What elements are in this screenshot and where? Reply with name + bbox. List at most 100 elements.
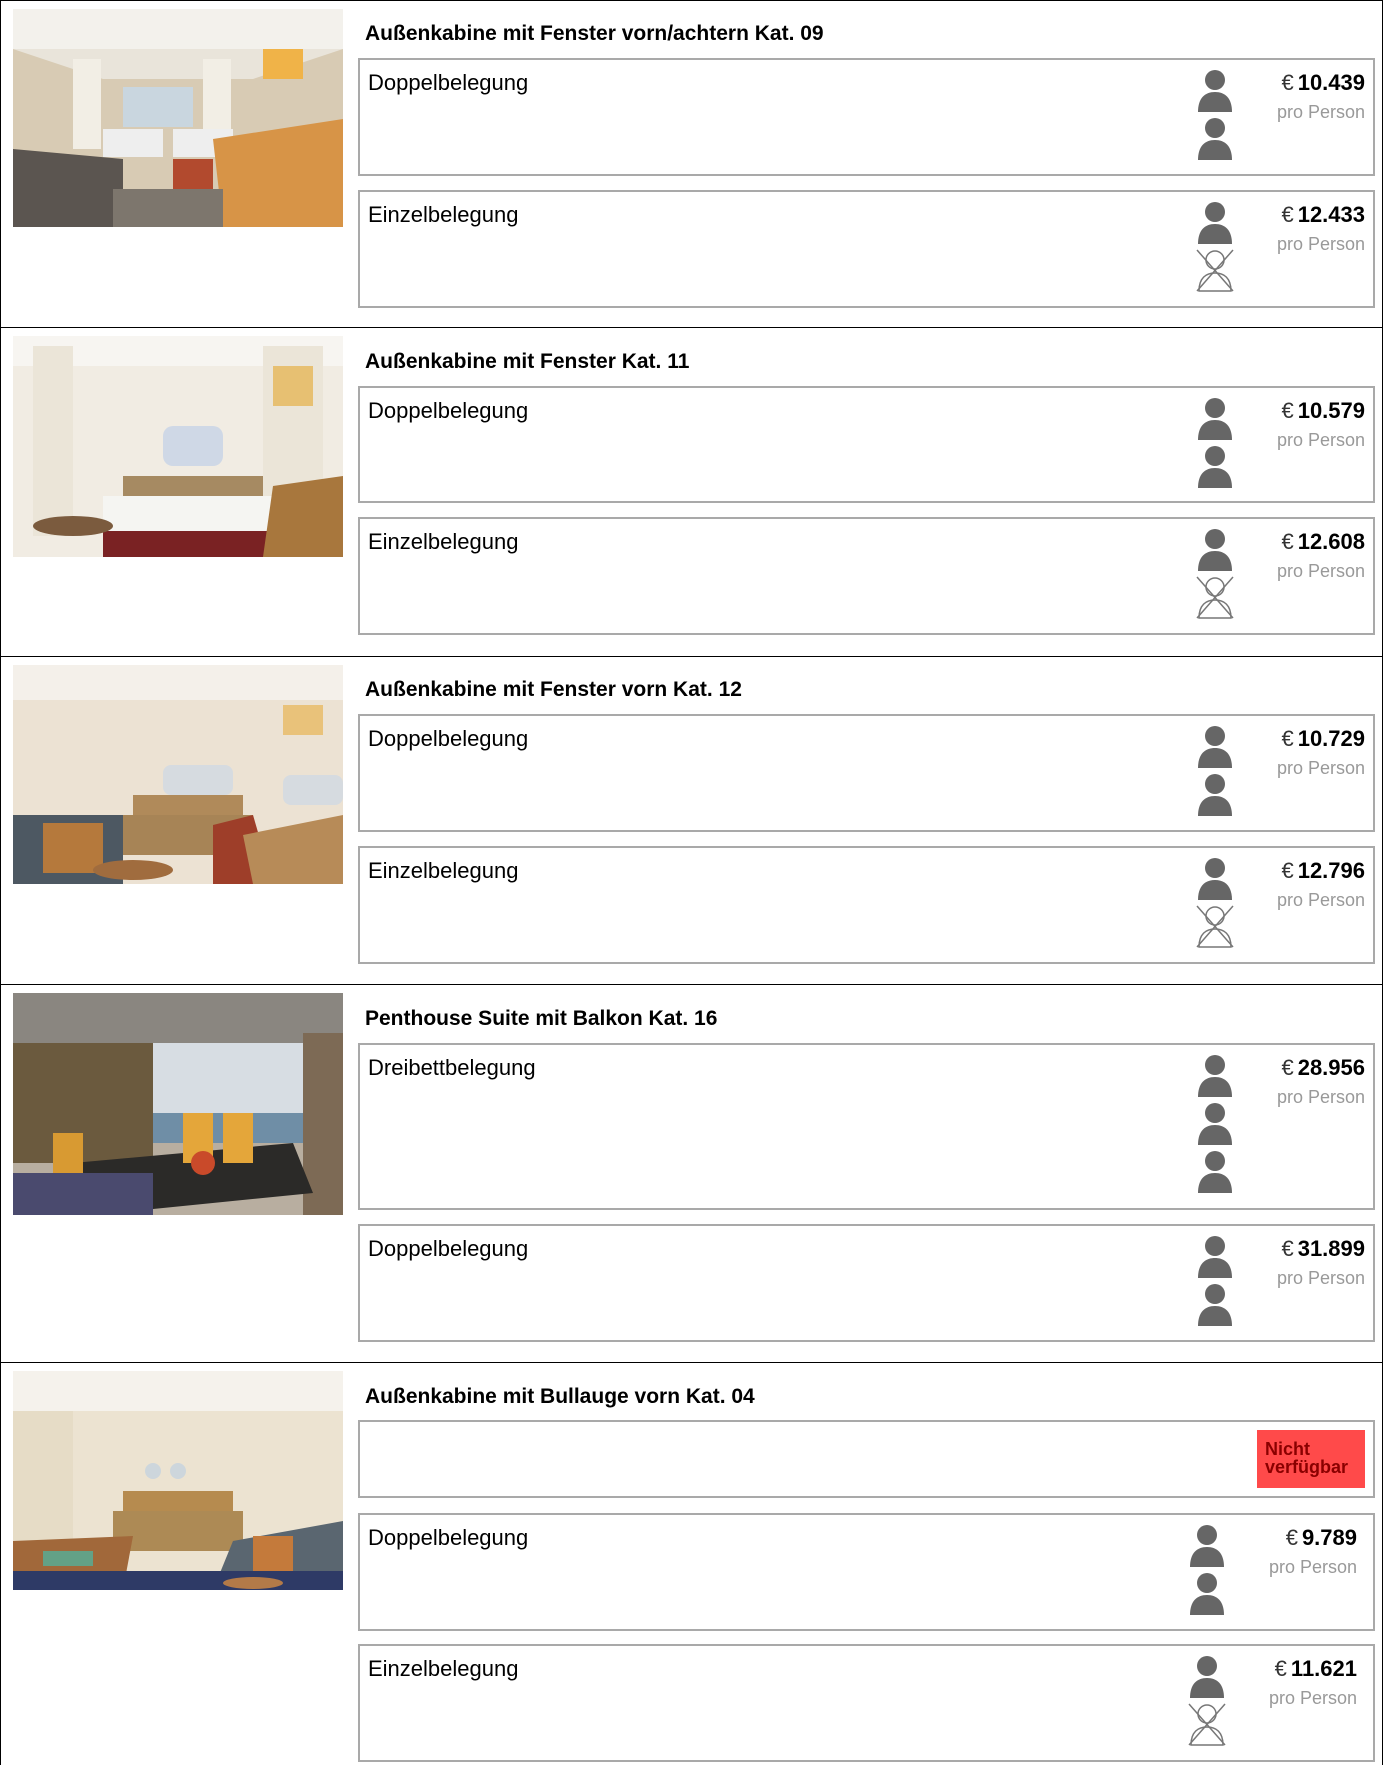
occupancy-label: Einzelbelegung (368, 529, 519, 554)
price: €28.956 (1277, 1055, 1365, 1081)
price-unit: pro Person (1276, 430, 1365, 450)
price: €11.621 (1269, 1656, 1357, 1682)
currency-symbol: € (1281, 398, 1294, 423)
price: €9.789 (1269, 1525, 1357, 1551)
price-unit: pro Person (1276, 102, 1365, 122)
currency-symbol: € (1285, 1525, 1298, 1550)
person-crossed-icon (1195, 248, 1235, 292)
cabin-card: Außenkabine mit Fenster Kat. 11 Doppelbe… (0, 328, 1383, 657)
persons-group (1195, 68, 1239, 164)
person-icon (1195, 444, 1235, 488)
price-box: €12.608 pro Person (1277, 529, 1365, 582)
cabin-title: Penthouse Suite mit Balkon Kat. 16 (365, 1007, 718, 1030)
price-value: 31.899 (1297, 1236, 1365, 1261)
price: €10.729 (1277, 726, 1365, 752)
person-icon (1187, 1523, 1227, 1567)
price-box: €10.579 pro Person (1277, 398, 1365, 451)
occupancy-label: Doppelbelegung (368, 70, 529, 95)
price-value: 10.439 (1297, 70, 1365, 95)
person-icon (1195, 1234, 1235, 1278)
cabin-card: Penthouse Suite mit Balkon Kat. 16 Dreib… (0, 985, 1383, 1363)
currency-symbol: € (1281, 726, 1294, 751)
currency-symbol: € (1274, 1656, 1287, 1681)
persons-group (1195, 856, 1239, 952)
currency-symbol: € (1281, 1055, 1294, 1080)
price-unit: pro Person (1276, 1087, 1365, 1107)
occupancy-option[interactable]: Einzelbelegung €12.433 pro Person (358, 190, 1375, 308)
person-icon (1195, 772, 1235, 816)
cabin-title: Außenkabine mit Fenster Kat. 11 (365, 350, 690, 373)
price: €31.899 (1277, 1236, 1365, 1262)
persons-group (1195, 1053, 1239, 1197)
person-crossed-icon (1195, 575, 1235, 619)
occupancy-label: Doppelbelegung (368, 1236, 529, 1261)
occupancy-option[interactable]: Doppelbelegung €31.899 pro Person (358, 1224, 1375, 1342)
person-icon (1195, 527, 1235, 571)
price-unit: pro Person (1276, 1268, 1365, 1288)
cabin-title: Außenkabine mit Fenster vorn/achtern Kat… (365, 22, 824, 45)
occupancy-option[interactable]: Doppelbelegung €10.729 pro Person (358, 714, 1375, 832)
cabin-title: Außenkabine mit Fenster vorn Kat. 12 (365, 678, 742, 701)
cabin-photo[interactable] (13, 9, 343, 227)
price-value: 11.621 (1290, 1656, 1357, 1681)
currency-symbol: € (1281, 202, 1294, 227)
price: €12.608 (1277, 529, 1365, 555)
price: €10.579 (1277, 398, 1365, 424)
availability-row: Nicht verfügbar (358, 1420, 1375, 1498)
occupancy-option[interactable]: Doppelbelegung €9.789 pro Person (358, 1513, 1375, 1631)
person-icon (1195, 396, 1235, 440)
persons-group (1195, 200, 1239, 296)
persons-group (1187, 1654, 1231, 1750)
occupancy-option[interactable]: Doppelbelegung €10.439 pro Person (358, 58, 1375, 176)
cabin-card: Außenkabine mit Fenster vorn/achtern Kat… (0, 0, 1383, 328)
person-icon (1187, 1654, 1227, 1698)
occupancy-option[interactable]: Doppelbelegung €10.579 pro Person (358, 386, 1375, 503)
cabin-photo[interactable] (13, 336, 343, 557)
occupancy-label: Einzelbelegung (368, 202, 519, 227)
persons-group (1195, 724, 1239, 820)
person-icon (1195, 724, 1235, 768)
price-unit: pro Person (1276, 890, 1365, 910)
persons-group (1195, 396, 1239, 492)
person-icon (1195, 200, 1235, 244)
price-unit: pro Person (1276, 234, 1365, 254)
currency-symbol: € (1281, 70, 1294, 95)
occupancy-option[interactable]: Dreibettbelegung €28.956 pro Person (358, 1043, 1375, 1210)
price-unit: pro Person (1268, 1557, 1357, 1577)
suite-photo[interactable] (13, 993, 343, 1215)
person-icon (1195, 116, 1235, 160)
person-icon (1195, 68, 1235, 112)
persons-group (1195, 1234, 1239, 1330)
person-icon (1195, 856, 1235, 900)
price-value: 28.956 (1297, 1055, 1365, 1080)
occupancy-option[interactable]: Einzelbelegung €11.621 pro Person (358, 1644, 1375, 1762)
occupancy-label: Doppelbelegung (368, 1525, 529, 1550)
currency-symbol: € (1281, 858, 1294, 883)
price: €12.796 (1277, 858, 1365, 884)
price-value: 9.789 (1301, 1525, 1357, 1550)
person-icon (1195, 1053, 1235, 1097)
person-icon (1195, 1282, 1235, 1326)
cabin-photo[interactable] (13, 665, 343, 884)
price-box: €31.899 pro Person (1277, 1236, 1365, 1289)
cabin-photo[interactable] (13, 1371, 343, 1590)
price-box: €10.439 pro Person (1277, 70, 1365, 123)
occupancy-label: Einzelbelegung (368, 1656, 519, 1681)
occupancy-label: Doppelbelegung (368, 726, 529, 751)
occupancy-option[interactable]: Einzelbelegung €12.608 pro Person (358, 517, 1375, 635)
person-icon (1195, 1149, 1235, 1193)
persons-group (1195, 527, 1239, 623)
price-box: €11.621 pro Person (1269, 1656, 1357, 1709)
price-value: 12.433 (1297, 202, 1365, 227)
price-value: 12.796 (1297, 858, 1365, 883)
currency-symbol: € (1281, 1236, 1294, 1261)
person-icon (1187, 1571, 1227, 1615)
occupancy-option[interactable]: Einzelbelegung €12.796 pro Person (358, 846, 1375, 964)
price: €10.439 (1277, 70, 1365, 96)
price-value: 10.579 (1297, 398, 1365, 423)
person-icon (1195, 1101, 1235, 1145)
price: €12.433 (1277, 202, 1365, 228)
person-crossed-icon (1195, 904, 1235, 948)
price-unit: pro Person (1268, 1688, 1357, 1708)
occupancy-label: Doppelbelegung (368, 398, 529, 423)
